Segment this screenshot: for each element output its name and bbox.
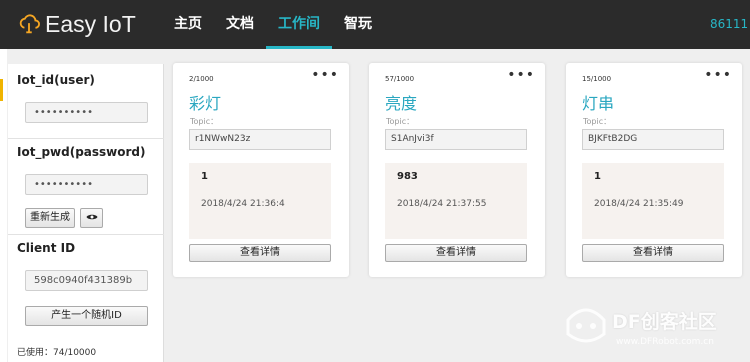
cloud-bulb-icon — [19, 13, 40, 33]
left-edge-tab[interactable] — [0, 79, 3, 101]
device-name: 亮度 — [385, 94, 418, 113]
usage-text: 已使用：74/10000 — [17, 348, 97, 358]
credentials-sidebar: Iot_id(user) •••••••••• Iot_pwd(password… — [8, 64, 164, 362]
watermark-url: www.DFRobot.com.cn — [616, 337, 714, 347]
latest-message-box: 1 2018/4/24 21:36:4 — [189, 163, 331, 239]
divider — [8, 138, 164, 139]
message-count: 15/1000 — [582, 75, 612, 83]
nav-smart-play[interactable]: 智玩 — [332, 0, 384, 49]
nav-home[interactable]: 主页 — [162, 0, 214, 49]
left-edge-strip — [0, 49, 7, 362]
topic-label: Topic： — [386, 117, 415, 126]
app-title: Easy IoT — [45, 11, 136, 37]
latest-timestamp: 2018/4/24 21:36:4 — [201, 199, 285, 209]
more-dots-icon[interactable]: ••• — [311, 67, 339, 83]
latest-value: 1 — [594, 171, 601, 182]
watermark-text: DF创客社区 — [612, 311, 717, 333]
device-card: 15/1000 ••• 灯串 Topic： BJKFtB2DG 1 2018/4… — [566, 63, 742, 277]
nav-workspace[interactable]: 工作间 — [266, 0, 332, 49]
topic-label: Topic： — [583, 117, 612, 126]
iot-pwd-label: Iot_pwd(password) — [17, 145, 146, 159]
topic-field[interactable]: S1AnJvi3f — [385, 129, 527, 150]
iot-id-label: Iot_id(user) — [17, 73, 95, 87]
device-card: 57/1000 ••• 亮度 Topic： S1AnJvi3f 983 2018… — [369, 63, 545, 277]
divider — [8, 234, 164, 235]
latest-value: 983 — [397, 171, 418, 182]
view-details-button[interactable]: 查看详情 — [385, 244, 527, 262]
message-count: 57/1000 — [385, 75, 415, 83]
device-name: 灯串 — [582, 94, 615, 113]
more-dots-icon[interactable]: ••• — [507, 67, 535, 83]
topic-label: Topic： — [190, 117, 219, 126]
show-password-button[interactable] — [80, 208, 103, 228]
view-details-button[interactable]: 查看详情 — [582, 244, 724, 262]
client-id-label: Client ID — [17, 241, 76, 255]
device-card: 2/1000 ••• 彩灯 Topic： r1NWwN23z 1 2018/4/… — [173, 63, 349, 277]
eye-icon — [86, 214, 97, 220]
random-id-button[interactable]: 产生一个随机ID — [25, 306, 148, 326]
latest-message-box: 983 2018/4/24 21:37:55 — [385, 163, 527, 239]
device-name: 彩灯 — [189, 94, 222, 113]
more-dots-icon[interactable]: ••• — [704, 67, 732, 83]
view-details-button[interactable]: 查看详情 — [189, 244, 331, 262]
main-nav: 主页 文档 工作间 智玩 — [162, 0, 384, 49]
latest-timestamp: 2018/4/24 21:35:49 — [594, 199, 684, 209]
topic-field[interactable]: r1NWwN23z — [189, 129, 331, 150]
message-count: 2/1000 — [189, 75, 214, 83]
dfrobot-logo-icon — [566, 308, 606, 343]
client-id-field[interactable]: 598c0940f431389b — [25, 270, 148, 291]
account-id[interactable]: 86111 — [710, 17, 748, 31]
topic-field[interactable]: BJKFtB2DG — [582, 129, 724, 150]
iot-id-field[interactable]: •••••••••• — [25, 102, 148, 123]
latest-timestamp: 2018/4/24 21:37:55 — [397, 199, 487, 209]
regenerate-button[interactable]: 重新生成 — [25, 208, 75, 228]
latest-message-box: 1 2018/4/24 21:35:49 — [582, 163, 724, 239]
latest-value: 1 — [201, 171, 208, 182]
top-nav-bar: Easy IoT 主页 文档 工作间 智玩 86111 — [0, 0, 750, 49]
iot-pwd-field[interactable]: •••••••••• — [25, 174, 148, 195]
watermark: DF创客社区 www.DFRobot.com.cn — [560, 300, 750, 362]
nav-docs[interactable]: 文档 — [214, 0, 266, 49]
app-logo[interactable]: Easy IoT — [18, 11, 136, 38]
